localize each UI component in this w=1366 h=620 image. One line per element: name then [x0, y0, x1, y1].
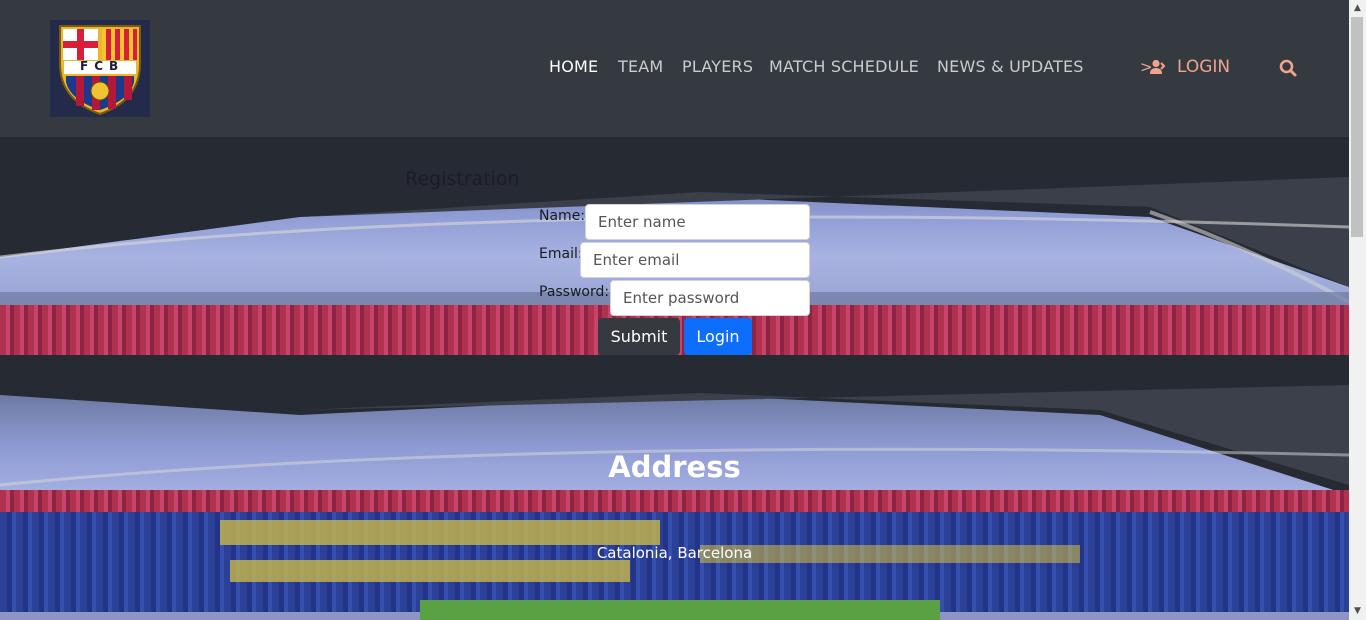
login-label: LOGIN	[1177, 57, 1231, 77]
scrollbar-thumb[interactable]	[1351, 17, 1363, 237]
nav-item-home[interactable]: HOME	[549, 57, 598, 76]
user-icon	[1150, 59, 1166, 74]
stadium-background-bottom	[0, 355, 1349, 620]
email-input[interactable]	[580, 242, 810, 278]
nav-item-news-updates[interactable]: NEWS & UPDATES	[937, 57, 1084, 76]
logo-text: FCB	[80, 59, 125, 73]
password-label: Password:	[539, 284, 610, 300]
nav-item-players[interactable]: PLAYERS	[682, 57, 753, 76]
search-icon	[1279, 59, 1297, 77]
password-input[interactable]	[610, 280, 810, 316]
email-label: Email:	[539, 246, 583, 262]
submit-button[interactable]: Submit	[598, 318, 680, 355]
top-navbar: FCB HOME TEAM PLAYERS MATCH SCHEDULE NEW…	[0, 0, 1349, 137]
club-logo[interactable]: FCB	[50, 20, 150, 117]
nav-item-team[interactable]: TEAM	[618, 57, 663, 76]
nav-item-match-schedule[interactable]: MATCH SCHEDULE	[769, 57, 919, 76]
scroll-up-arrow-icon[interactable]: ▲	[1349, 0, 1366, 17]
name-label: Name:	[539, 208, 586, 224]
name-input[interactable]	[585, 204, 810, 240]
form-title: Registration	[405, 168, 520, 190]
page-scrollbar[interactable]: ▲ ▼	[1349, 0, 1366, 620]
scroll-down-arrow-icon[interactable]: ▼	[1349, 603, 1366, 620]
address-title: Address	[608, 450, 741, 484]
address-text: Catalonia, Barcelona	[596, 544, 753, 562]
login-button[interactable]: Login	[684, 318, 752, 355]
search-button[interactable]	[1279, 59, 1297, 81]
